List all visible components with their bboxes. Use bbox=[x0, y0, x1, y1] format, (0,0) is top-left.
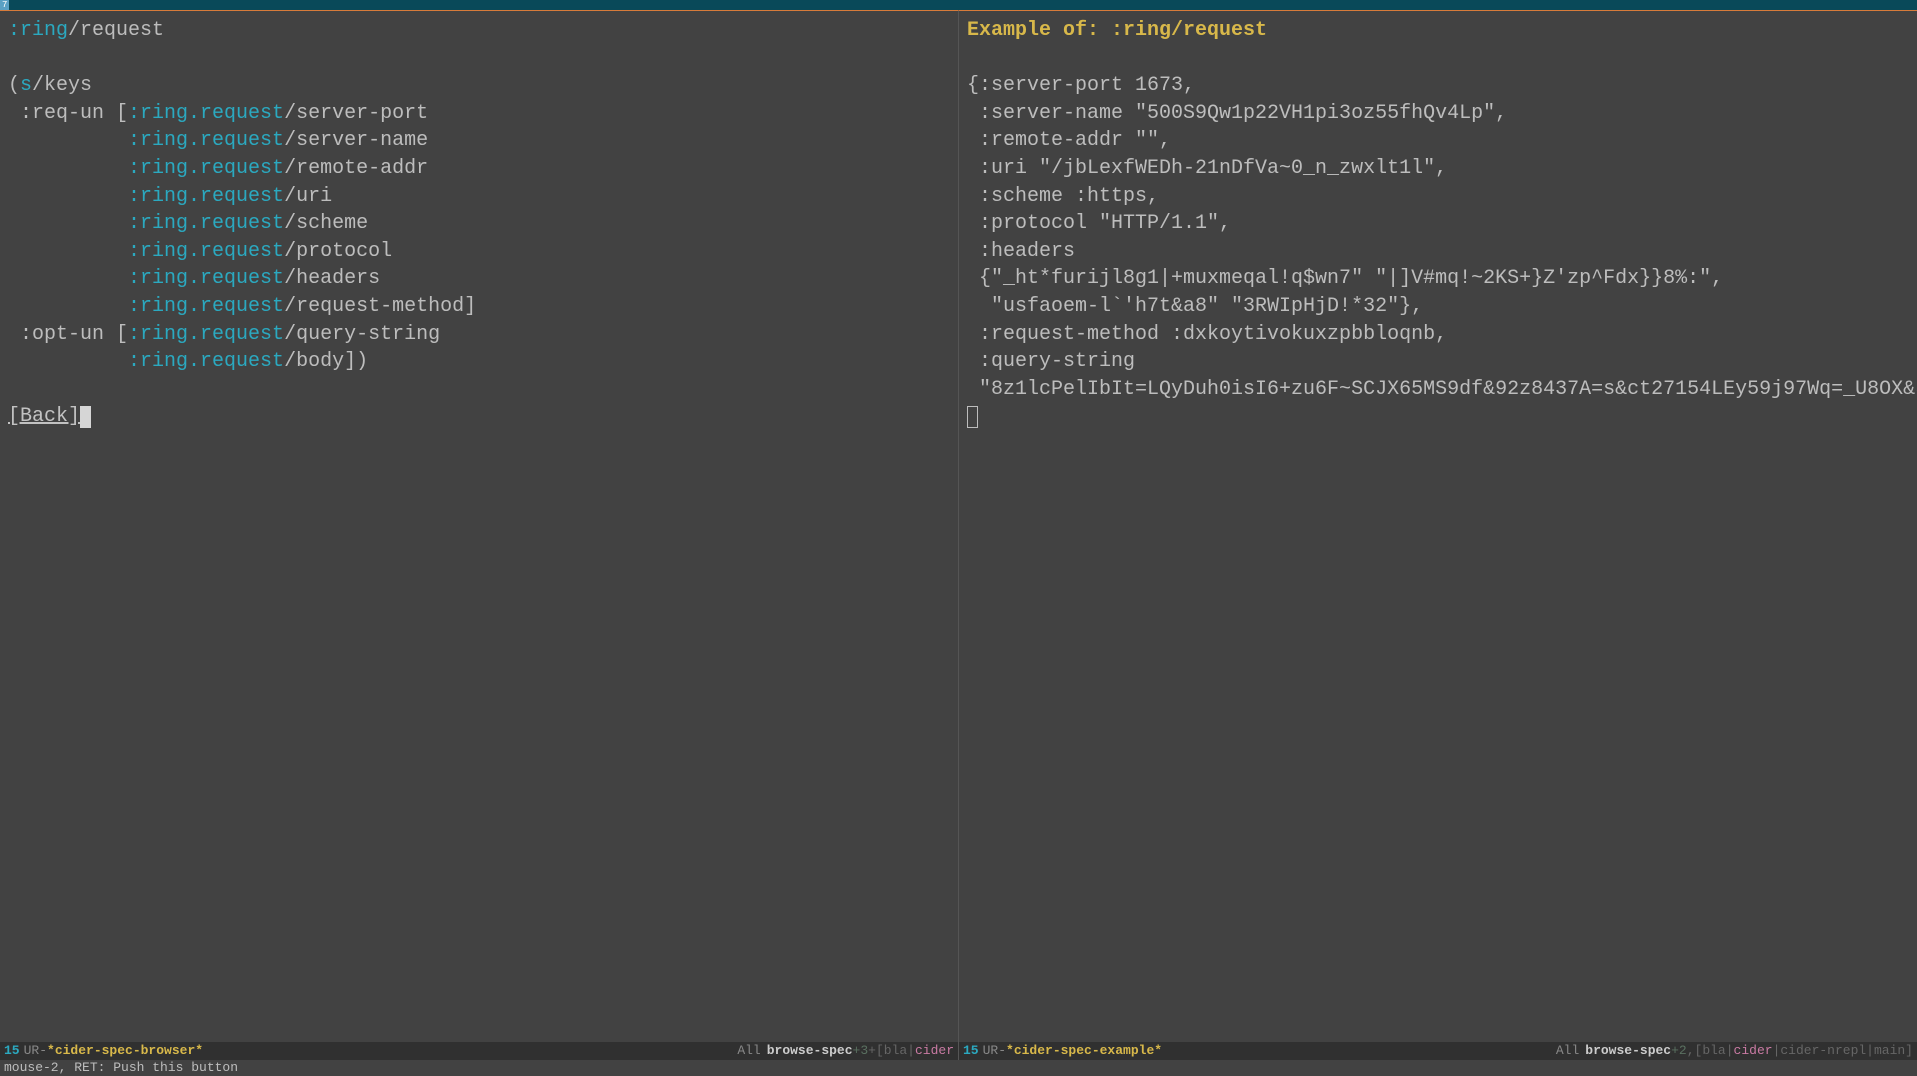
keys-label: /keys bbox=[32, 74, 92, 97]
modeline-left[interactable]: 15 UR- *cider-spec-browser* All browse-s… bbox=[0, 1042, 958, 1060]
ml2-mode: browse-spec bbox=[1585, 1042, 1671, 1060]
ml-buffer: *cider-spec-browser* bbox=[47, 1042, 203, 1060]
ml-cider: cider bbox=[915, 1042, 954, 1060]
ml-plus: +3 bbox=[853, 1042, 869, 1060]
ml2-plus: +2 bbox=[1671, 1042, 1687, 1060]
ex-line-0: {:server-port 1673, bbox=[967, 74, 1195, 97]
req-item-3[interactable]: /uri bbox=[284, 185, 332, 208]
modeline-right[interactable]: 15 UR- *cider-spec-example* All browse-s… bbox=[958, 1042, 1917, 1060]
spec-browser-pane[interactable]: :ring/request (s/keys :req-un [:ring.req… bbox=[0, 10, 959, 1042]
ml-line: 15 bbox=[4, 1042, 20, 1060]
opt-item-0[interactable]: /query-string bbox=[284, 323, 440, 346]
req-item-1[interactable]: /server-name bbox=[284, 129, 428, 152]
s-ns: s bbox=[20, 74, 32, 97]
ml-ur: UR- bbox=[24, 1042, 47, 1060]
titlebar: 7 bbox=[0, 0, 1917, 10]
echo-area: mouse-2, RET: Push this button bbox=[0, 1060, 1917, 1076]
req-ns-6: :ring.request bbox=[128, 267, 284, 290]
back-button[interactable]: [Back] bbox=[8, 405, 80, 428]
req-ns-1: :ring.request bbox=[128, 129, 284, 152]
echo-text: mouse-2, RET: Push this button bbox=[4, 1060, 238, 1075]
cursor bbox=[80, 406, 91, 428]
req-ns-5: :ring.request bbox=[128, 240, 284, 263]
req-item-6[interactable]: /headers bbox=[284, 267, 380, 290]
ex-line-1: :server-name "500S9Qw1p22VH1pi3oz55fhQv4… bbox=[967, 102, 1507, 125]
opt-item-1[interactable]: /body]) bbox=[284, 350, 368, 373]
ml2-rest: |cider-nrepl|main] bbox=[1773, 1042, 1913, 1060]
ml-bla: [bla| bbox=[876, 1042, 915, 1060]
ex-line-6: :headers bbox=[967, 240, 1075, 263]
ml2-all: All bbox=[1556, 1042, 1579, 1060]
ex-line-11: "8z1lcPelIbIt=LQyDuh0isI6+zu6F~SCJX65MS9… bbox=[967, 378, 1917, 401]
req-item-0[interactable]: /server-port bbox=[284, 102, 428, 125]
example-title: Example of: :ring/request bbox=[967, 19, 1267, 42]
ex-line-3: :uri "/jbLexfWEDh-21nDfVa~0_n_zwxlt1l", bbox=[967, 157, 1447, 180]
req-un-label: :req-un [ bbox=[8, 102, 128, 125]
titlebar-badge: 7 bbox=[0, 0, 9, 10]
ml2-line: 15 bbox=[963, 1042, 979, 1060]
opt-un-label: :opt-un [ bbox=[8, 323, 128, 346]
req-item-5[interactable]: /protocol bbox=[284, 240, 392, 263]
ml2-cider: cider bbox=[1734, 1042, 1773, 1060]
ex-line-4: :scheme :https, bbox=[967, 185, 1159, 208]
ex-line-8: "usfaoem-l`'h7t&a8" "3RWIpHjD!*32"}, bbox=[967, 295, 1423, 318]
ex-line-5: :protocol "HTTP/1.1", bbox=[967, 212, 1231, 235]
ml-plus2: + bbox=[868, 1042, 876, 1060]
ml2-ur: UR- bbox=[983, 1042, 1006, 1060]
ex-line-9: :request-method :dxkoytivokuxzpbbloqnb, bbox=[967, 323, 1447, 346]
req-ns-0: :ring.request bbox=[128, 102, 284, 125]
ex-line-7: {"_ht*furijl8g1|+muxmeqal!q$wn7" "|]V#mq… bbox=[967, 267, 1723, 290]
spec-title-suffix: /request bbox=[68, 19, 164, 42]
req-ns-7: :ring.request bbox=[128, 295, 284, 318]
ml2-buffer: *cider-spec-example* bbox=[1006, 1042, 1162, 1060]
ex-line-2: :remote-addr "", bbox=[967, 129, 1171, 152]
paren-open: ( bbox=[8, 74, 20, 97]
opt-ns-1: :ring.request bbox=[128, 350, 284, 373]
req-ns-4: :ring.request bbox=[128, 212, 284, 235]
spec-example-pane[interactable]: Example of: :ring/request {:server-port … bbox=[959, 10, 1917, 1042]
inactive-cursor bbox=[967, 406, 978, 428]
opt-ns-0: :ring.request bbox=[128, 323, 284, 346]
req-item-7[interactable]: /request-method] bbox=[284, 295, 476, 318]
spec-title-ns: :ring bbox=[8, 19, 68, 42]
req-item-4[interactable]: /scheme bbox=[284, 212, 368, 235]
ml-mode: browse-spec bbox=[767, 1042, 853, 1060]
ml-all: All bbox=[737, 1042, 760, 1060]
ml2-bla: [bla| bbox=[1695, 1042, 1734, 1060]
req-ns-2: :ring.request bbox=[128, 157, 284, 180]
modelines: 15 UR- *cider-spec-browser* All browse-s… bbox=[0, 1042, 1917, 1060]
main-split: :ring/request (s/keys :req-un [:ring.req… bbox=[0, 10, 1917, 1042]
req-item-2[interactable]: /remote-addr bbox=[284, 157, 428, 180]
ml2-dot: , bbox=[1687, 1042, 1695, 1060]
req-ns-3: :ring.request bbox=[128, 185, 284, 208]
ex-line-10: :query-string bbox=[967, 350, 1135, 373]
